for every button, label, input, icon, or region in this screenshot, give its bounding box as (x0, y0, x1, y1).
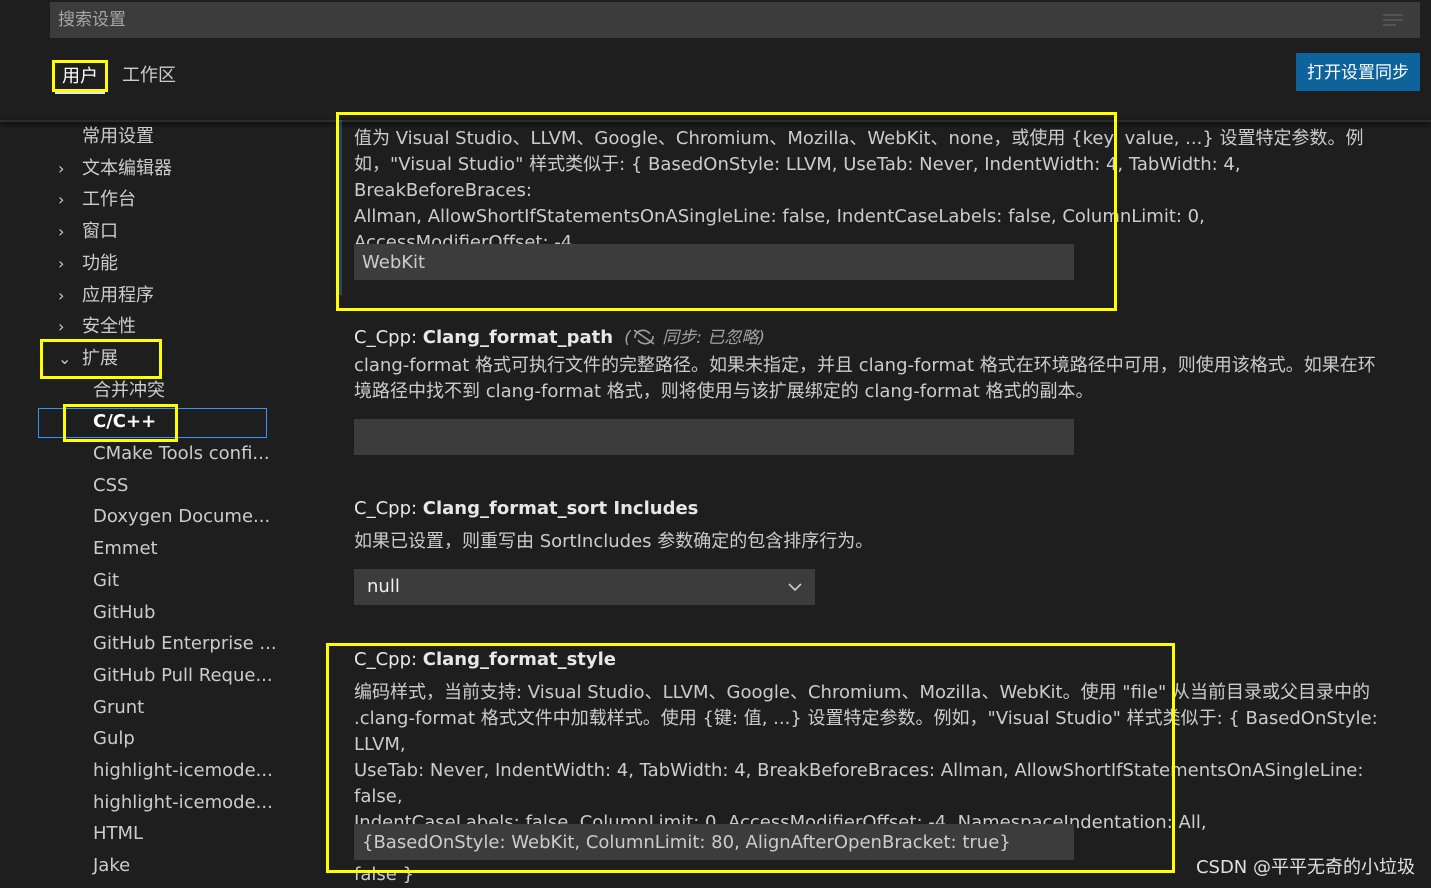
chevron-right-icon: › (58, 285, 65, 305)
setting-name: Clang_format_path (422, 327, 614, 348)
tree-item-extension[interactable]: highlight-icemode... (40, 756, 273, 786)
tree-item[interactable]: › 应用程序 (40, 281, 268, 311)
clang-format-path-input[interactable] (354, 419, 1074, 455)
chevron-right-icon: › (58, 317, 65, 337)
tree-item[interactable]: › 安全性 (40, 312, 268, 342)
tree-item-label: 文本编辑器 (82, 157, 172, 179)
tree-item-label: 常用设置 (82, 126, 154, 147)
search-bar (50, 2, 1420, 38)
selected-value: null (367, 576, 400, 597)
tree-item-label: Jake (93, 855, 131, 877)
watermark-text: CSDN @平平无奇的小垃圾 (1195, 857, 1415, 878)
highlight-box-clang-format-style (326, 643, 1175, 873)
clang-format-sort-includes-title: C_Cpp: Clang_format_sort Includes (354, 498, 698, 519)
tree-item-extension[interactable]: highlight-icemode... (40, 788, 273, 818)
tree-item-extension[interactable]: HTML (40, 819, 268, 849)
tree-item-label: 合并冲突 (93, 379, 165, 401)
tree-item[interactable]: › 窗口 (40, 217, 268, 247)
tree-item[interactable]: › 文本编辑器 (40, 154, 268, 184)
tree-item-label: Emmet (93, 538, 158, 560)
tree-item[interactable]: › 功能 (40, 249, 268, 279)
tree-item-label: HTML (93, 823, 144, 845)
tree-item-extension[interactable]: 合并冲突 (40, 376, 268, 406)
tree-item-label: Grunt (93, 696, 145, 718)
highlight-box-cpp (63, 404, 178, 442)
sync-ignored-icon (633, 329, 655, 345)
tree-item-extension[interactable]: CMake Tools confi... (40, 439, 270, 469)
setting-category: C_Cpp: (354, 327, 423, 348)
tree-item-label: Git (93, 569, 120, 591)
sync-ignored-indicator[interactable]: ( 同步: 已忽略) (619, 328, 765, 348)
setting-name: Clang_format_sort Includes (422, 498, 699, 519)
tree-item-extension[interactable]: Doxygen Docume... (40, 502, 271, 532)
tree-item-extension[interactable]: Jake (40, 851, 268, 881)
tree-item-label: CMake Tools confi... (93, 443, 270, 464)
clang-format-sort-includes-description: 如果已设置，则重写由 SortIncludes 参数确定的包含排序行为。 (354, 531, 874, 552)
tree-item-extension[interactable]: GitHub (40, 598, 268, 628)
tree-item-label: Doxygen Docume... (93, 506, 271, 528)
tree-item-label: CSS (93, 474, 129, 496)
chevron-right-icon: › (58, 158, 65, 178)
tree-item-extension[interactable]: CSS (40, 471, 268, 501)
setting-category: C_Cpp: (354, 498, 423, 519)
tree-item-extension[interactable]: Grunt (40, 693, 268, 723)
highlight-box-extensions (40, 339, 162, 379)
tab-workspace[interactable]: 工作区 (122, 62, 176, 92)
tree-item-label: GitHub Pull Reque... (93, 664, 273, 686)
tab-user[interactable]: 用户 (52, 60, 108, 92)
chevron-right-icon: › (58, 190, 65, 210)
tree-item-extension[interactable]: Emmet (40, 534, 268, 564)
turn-on-settings-sync-button[interactable]: 打开设置同步 (1296, 53, 1420, 91)
search-input[interactable] (50, 2, 1366, 38)
tree-item-label: highlight-icemode... (93, 760, 273, 781)
tree-item-label: 工作台 (82, 189, 136, 211)
tree-item-label: 窗口 (82, 221, 118, 243)
tree-item-label: GitHub Enterprise ... (93, 633, 277, 655)
description-line: clang-format 格式可执行文件的完整路径。如果未指定，并且 clang… (354, 355, 1376, 376)
sync-ignored-label: 同步: 已忽略) (662, 328, 765, 348)
tree-item-extension[interactable]: GitHub Pull Reque... (40, 661, 273, 691)
clang-format-path-title: C_Cpp: Clang_format_path ( 同步: 已忽略) (354, 323, 765, 348)
tree-item-label: 安全性 (82, 316, 136, 338)
clang-format-sort-includes-select[interactable]: null (354, 569, 815, 605)
tree-item-label: 应用程序 (82, 284, 154, 306)
tree-item-extension[interactable]: Gulp (40, 724, 268, 754)
tree-item-label: 功能 (82, 252, 118, 274)
tree-item-label: GitHub (93, 601, 156, 623)
tree-item-extension[interactable]: Git (40, 566, 268, 596)
highlight-box-fallback-style (336, 112, 1117, 311)
tree-item-label: highlight-icemode... (93, 791, 273, 813)
tab-user-active-indicator (55, 92, 105, 94)
tree-item[interactable]: › 工作台 (40, 185, 268, 215)
tree-item[interactable]: 常用设置 (40, 122, 268, 152)
tree-item-extension[interactable]: GitHub Enterprise ... (40, 629, 277, 659)
filter-settings-icon[interactable] (1382, 12, 1404, 28)
chevron-right-icon: › (58, 222, 65, 242)
description-line: 境路径中找不到 clang-format 格式，则将使用与该扩展绑定的 clan… (354, 381, 1094, 402)
chevron-down-icon (788, 583, 802, 592)
tree-item-label: Gulp (93, 728, 135, 750)
clang-format-path-description: clang-format 格式可执行文件的完整路径。如果未指定，并且 clang… (354, 353, 1404, 405)
chevron-right-icon: › (58, 253, 65, 273)
